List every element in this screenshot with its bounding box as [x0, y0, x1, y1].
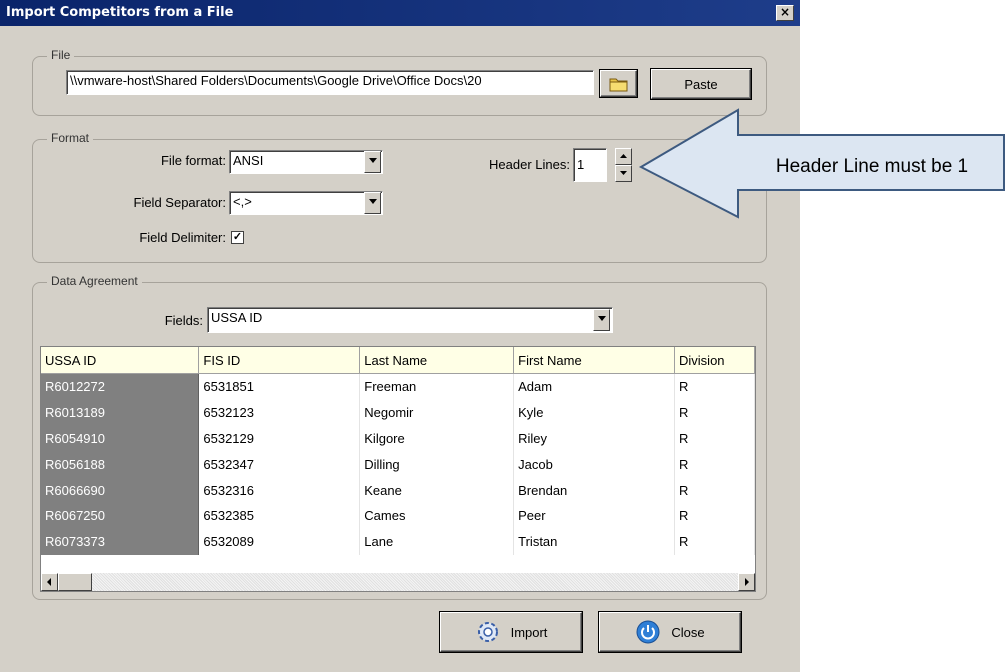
callout-text: Header Line must be 1 — [776, 156, 968, 177]
callout-arrow: Header Line must be 1 — [638, 108, 1005, 219]
